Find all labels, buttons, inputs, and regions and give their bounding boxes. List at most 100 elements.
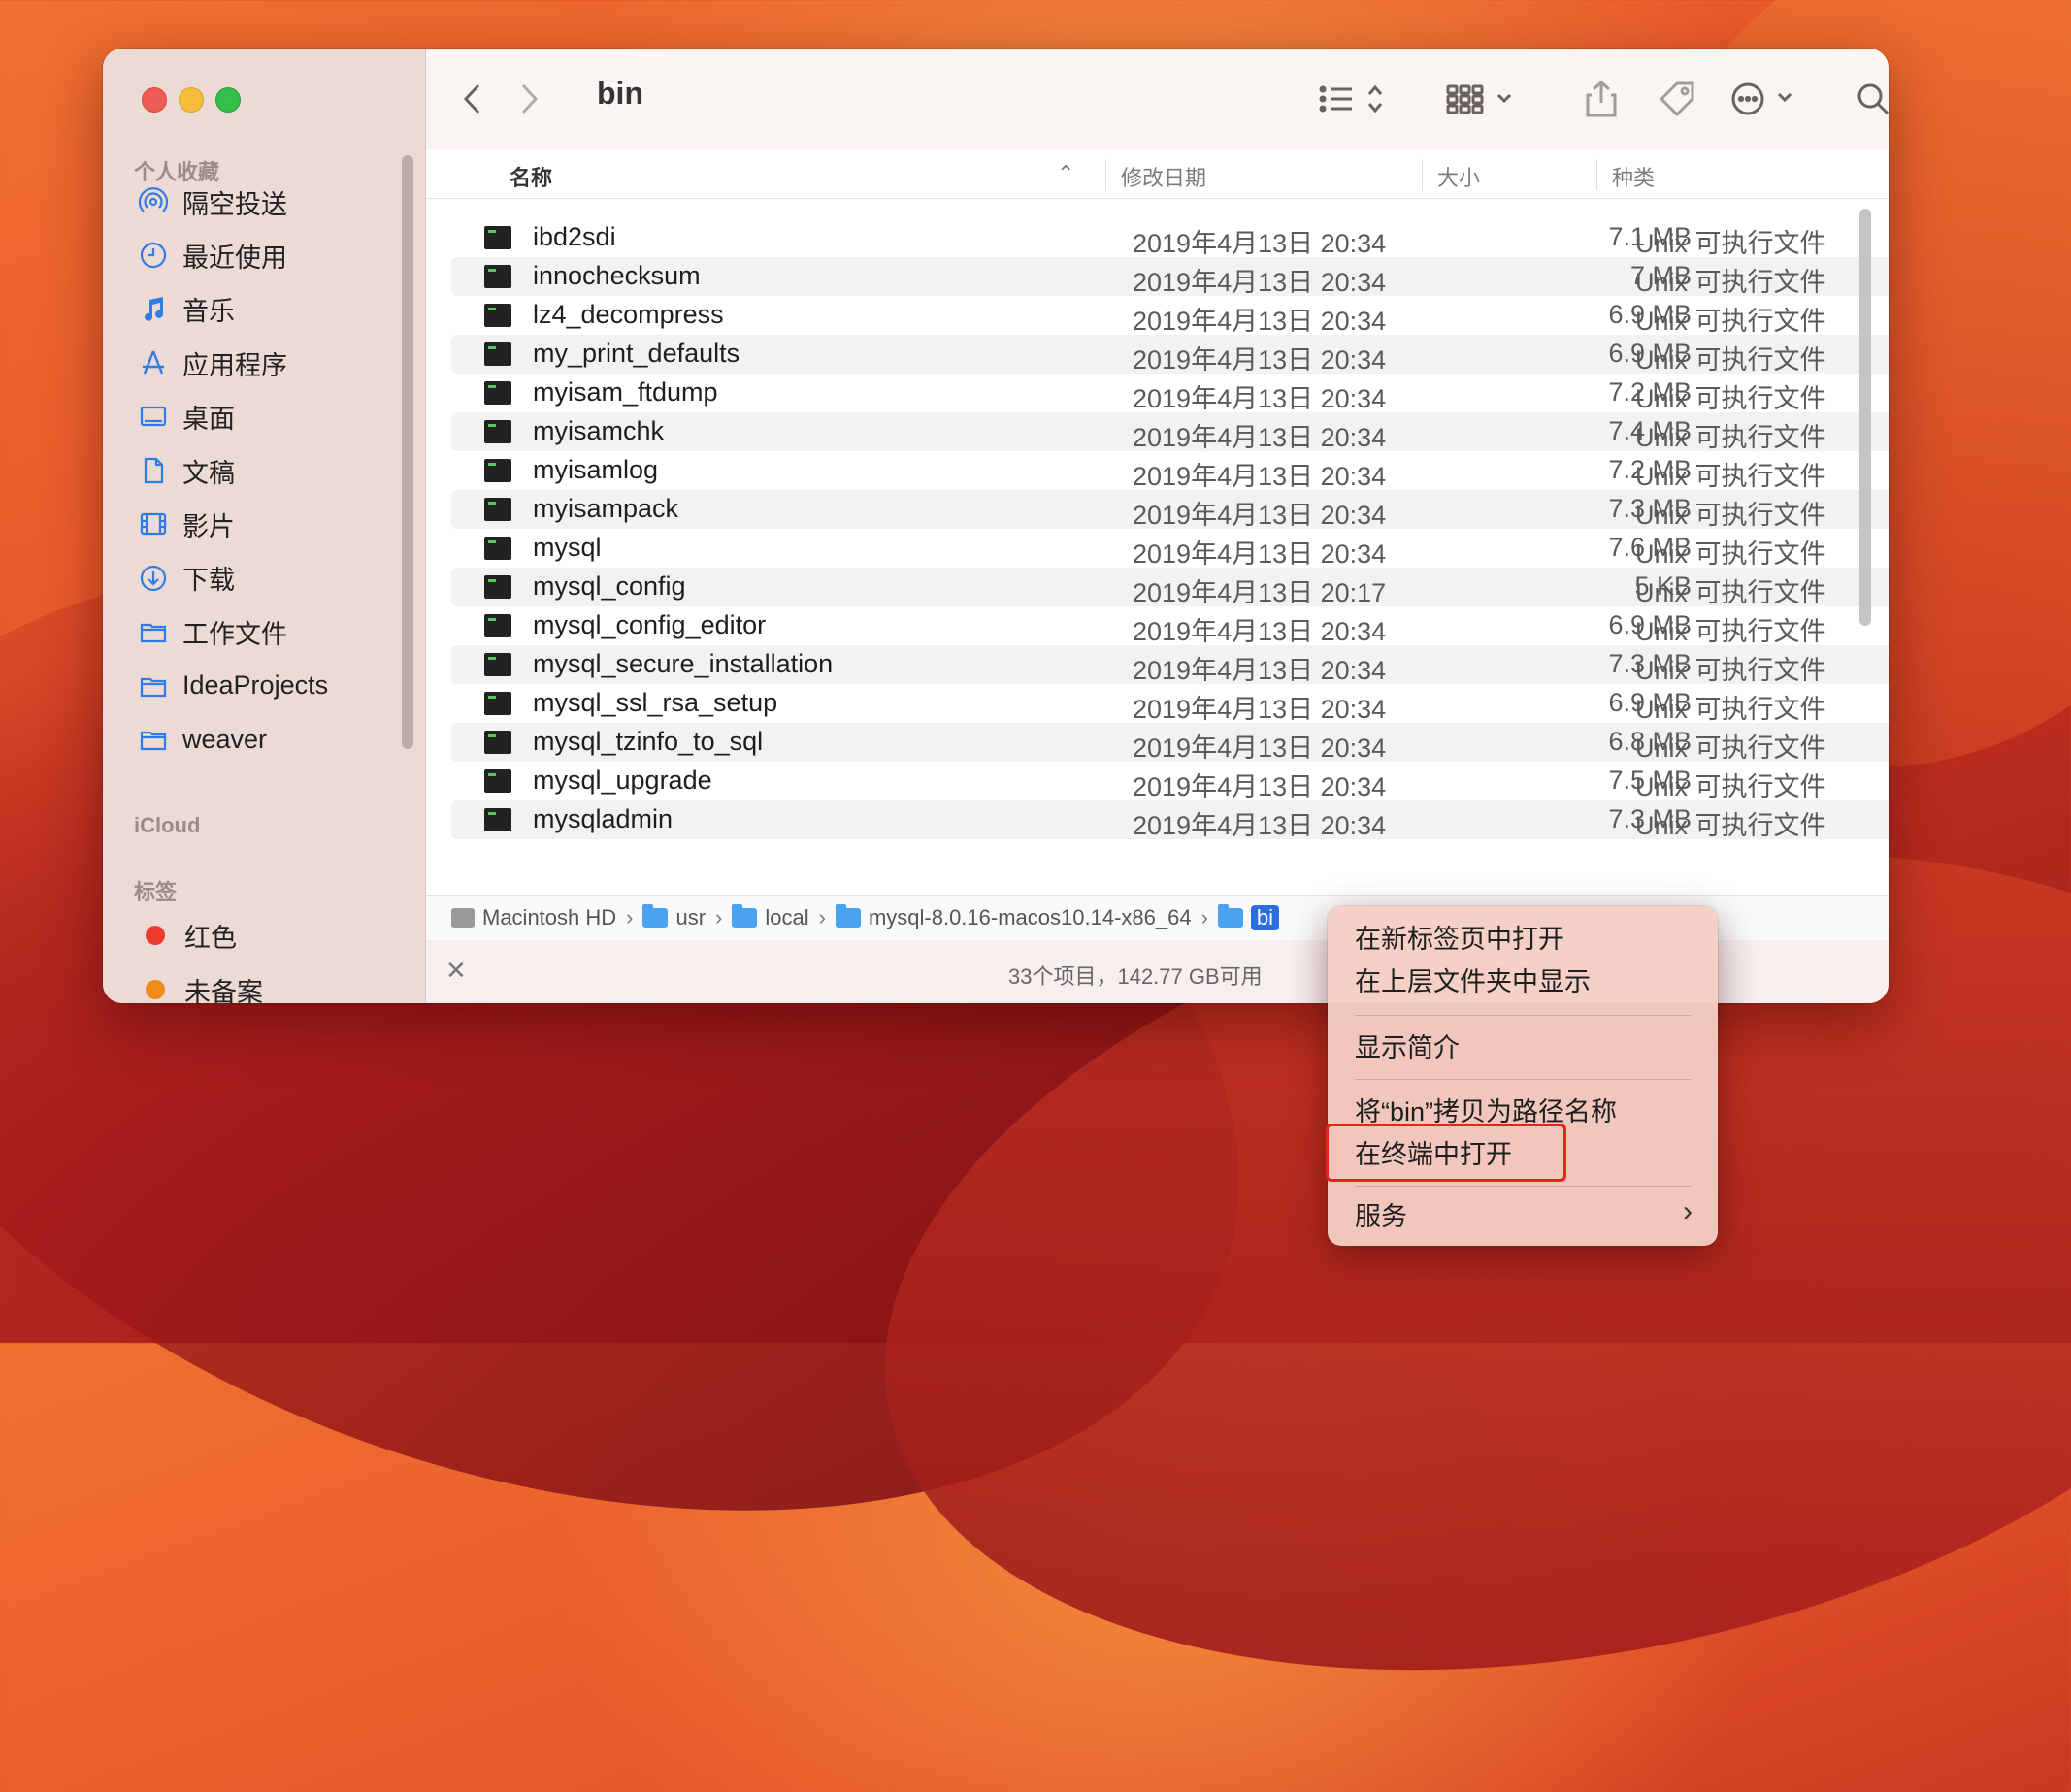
sidebar-scrollbar[interactable] <box>402 155 413 749</box>
sidebar-item-label: 音乐 <box>182 297 235 327</box>
column-name[interactable]: 名称 <box>510 161 552 192</box>
file-row[interactable]: mysql 2019年4月13日 20:34 7.6 MB Unix 可执行文件 <box>451 529 1889 569</box>
file-row[interactable]: mysql_secure_installation 2019年4月13日 20:3… <box>451 645 1889 685</box>
group-button[interactable] <box>1439 74 1527 124</box>
file-row[interactable]: mysql_upgrade 2019年4月13日 20:34 7.5 MB Unix … <box>451 762 1889 801</box>
column-kind[interactable]: 种类 <box>1612 161 1655 192</box>
share-button[interactable] <box>1577 74 1626 124</box>
action-button[interactable] <box>1725 74 1806 124</box>
column-divider[interactable] <box>1596 159 1597 190</box>
path-segment[interactable]: usr <box>642 904 706 930</box>
file-row[interactable]: myisamchk 2019年4月13日 20:34 7.4 MB Unix 可执行文… <box>451 412 1889 452</box>
file-row[interactable]: myisamlog 2019年4月13日 20:34 7.2 MB Unix 可执行文… <box>451 451 1889 491</box>
sidebar-item[interactable]: 音乐 <box>138 286 235 333</box>
file-row[interactable]: mysql_config_editor 2019年4月13日 20:34 6.9 M… <box>451 606 1889 646</box>
red-tag-dot-icon <box>146 926 165 945</box>
file-name: mysql_config <box>533 571 686 601</box>
sidebar-item[interactable]: 文稿 <box>138 447 235 494</box>
path-segment-label: local <box>765 905 809 929</box>
file-name: myisamchk <box>533 416 665 445</box>
path-separator-icon: › <box>626 905 634 929</box>
executable-file-icon <box>484 537 511 560</box>
back-button[interactable] <box>447 74 496 124</box>
column-date[interactable]: 修改日期 <box>1121 161 1206 192</box>
sidebar-tags-header: 标签 <box>134 880 178 904</box>
file-name: myisam_ftdump <box>533 377 718 407</box>
file-name: mysql_upgrade <box>533 766 712 795</box>
file-date: 2019年4月13日 20:34 <box>1133 501 1387 530</box>
minimize-window-button[interactable] <box>179 87 204 113</box>
file-row[interactable]: ibd2sdi 2019年4月13日 20:34 7.1 MB Unix 可执行文件 <box>451 218 1889 258</box>
toolbar: bin <box>426 49 1889 150</box>
file-date: 2019年4月13日 20:34 <box>1133 656 1387 685</box>
folder-icon <box>642 904 669 928</box>
file-date: 2019年4月13日 20:34 <box>1133 307 1387 336</box>
executable-file-icon <box>484 420 511 443</box>
path-segment[interactable]: mysql-8.0.16-macos10.14-x86_64 <box>835 904 1192 930</box>
file-row[interactable]: mysql_config 2019年4月13日 20:17 5 KB Unix 可执行… <box>451 568 1889 607</box>
file-name: innochecksum <box>533 261 701 290</box>
file-row[interactable]: myisam_ftdump 2019年4月13日 20:34 7.2 MB Unix … <box>451 374 1889 413</box>
file-row[interactable]: mysql_ssl_rsa_setup 2019年4月13日 20:34 6.9 M… <box>451 684 1889 724</box>
sidebar-item[interactable]: 影片 <box>138 501 235 547</box>
menu-item-open-new-tab[interactable]: 在新标签页中打开 <box>1355 918 1564 961</box>
executable-file-icon <box>484 731 511 754</box>
file-kind: Unix 可执行文件 <box>1635 733 1826 763</box>
sidebar-item[interactable]: 工作文件 <box>138 608 287 655</box>
close-pathbar-icon[interactable]: ✕ <box>445 956 467 986</box>
view-mode-button[interactable] <box>1309 74 1397 124</box>
path-segment-current[interactable]: bi <box>1217 904 1280 930</box>
sidebar-item[interactable]: 应用程序 <box>138 340 287 386</box>
download-icon <box>138 563 169 594</box>
sidebar-tag-unfiled[interactable]: 未备案 <box>140 966 263 1003</box>
forward-button[interactable] <box>506 74 554 124</box>
folder-icon <box>732 904 758 928</box>
file-row[interactable]: innochecksum 2019年4月13日 20:34 7 MB Unix 可执行… <box>451 257 1889 297</box>
sort-ascending-icon: ⌃ <box>1057 161 1075 185</box>
search-button[interactable] <box>1847 74 1889 124</box>
sidebar-item-label: 影片 <box>182 511 235 541</box>
file-row[interactable]: mysqladmin 2019年4月13日 20:34 7.3 MB Unix 可执行… <box>451 800 1889 840</box>
sidebar-item-label: 下载 <box>182 566 235 596</box>
menu-item-services[interactable]: 服务 <box>1355 1195 1407 1238</box>
file-kind: Unix 可执行文件 <box>1635 229 1826 258</box>
column-size[interactable]: 大小 <box>1437 161 1480 192</box>
column-divider[interactable] <box>1105 159 1106 190</box>
column-divider[interactable] <box>1422 159 1423 190</box>
file-name: mysqlbinlog <box>533 843 672 845</box>
file-row[interactable]: myisampack 2019年4月13日 20:34 7.3 MB Unix 可执行… <box>451 490 1889 530</box>
menu-item-show-in-enclosing-folder[interactable]: 在上层文件夹中显示 <box>1355 961 1591 1003</box>
file-date: 2019年4月13日 20:34 <box>1133 384 1387 413</box>
file-list-scrollbar[interactable] <box>1859 209 1871 626</box>
path-segment[interactable]: Macintosh HD <box>451 905 616 930</box>
sidebar-item[interactable]: 桌面 <box>138 394 235 440</box>
file-date: 2019年4月13日 20:34 <box>1133 617 1387 646</box>
executable-file-icon <box>484 459 511 482</box>
file-row[interactable]: my_print_defaults 2019年4月13日 20:34 6.9 MB U… <box>451 335 1889 375</box>
file-row[interactable]: lz4_decompress 2019年4月13日 20:34 6.9 MB Unix… <box>451 296 1889 336</box>
sidebar-icloud-header: iCloud <box>134 813 201 837</box>
column-header: 名称 ⌃ 修改日期 大小 种类 <box>426 149 1889 199</box>
file-date: 2019年4月13日 20:34 <box>1133 733 1387 763</box>
sidebar-item[interactable]: 隔空投送 <box>138 179 287 225</box>
folder-icon <box>138 616 169 647</box>
tag-button[interactable] <box>1651 74 1703 124</box>
sidebar-item[interactable]: 最近使用 <box>138 232 287 278</box>
chevron-right-icon: › <box>1683 1195 1693 1227</box>
sidebar-item[interactable]: weaver <box>138 716 267 763</box>
sidebar-item[interactable]: IdeaProjects <box>138 663 328 709</box>
path-segment[interactable]: local <box>732 904 809 930</box>
menu-item-get-info[interactable]: 显示简介 <box>1355 1026 1460 1069</box>
tag-icon <box>1659 81 1694 117</box>
sidebar-tag-red[interactable]: 红色 <box>140 912 237 959</box>
sidebar-item[interactable]: 下载 <box>138 555 235 602</box>
file-row[interactable]: mysqlbinlog2019年4月13日 20:347.9 MBUnix 可执… <box>451 839 1889 845</box>
sidebar-item-label: 应用程序 <box>182 350 287 380</box>
executable-file-icon <box>484 808 511 831</box>
zoom-window-button[interactable] <box>215 87 241 113</box>
file-row[interactable]: mysql_tzinfo_to_sql 2019年4月13日 20:34 6.8 M… <box>451 723 1889 763</box>
close-window-button[interactable] <box>142 87 167 113</box>
executable-file-icon <box>484 265 511 288</box>
executable-file-icon <box>484 498 511 521</box>
executable-file-icon <box>484 226 511 249</box>
